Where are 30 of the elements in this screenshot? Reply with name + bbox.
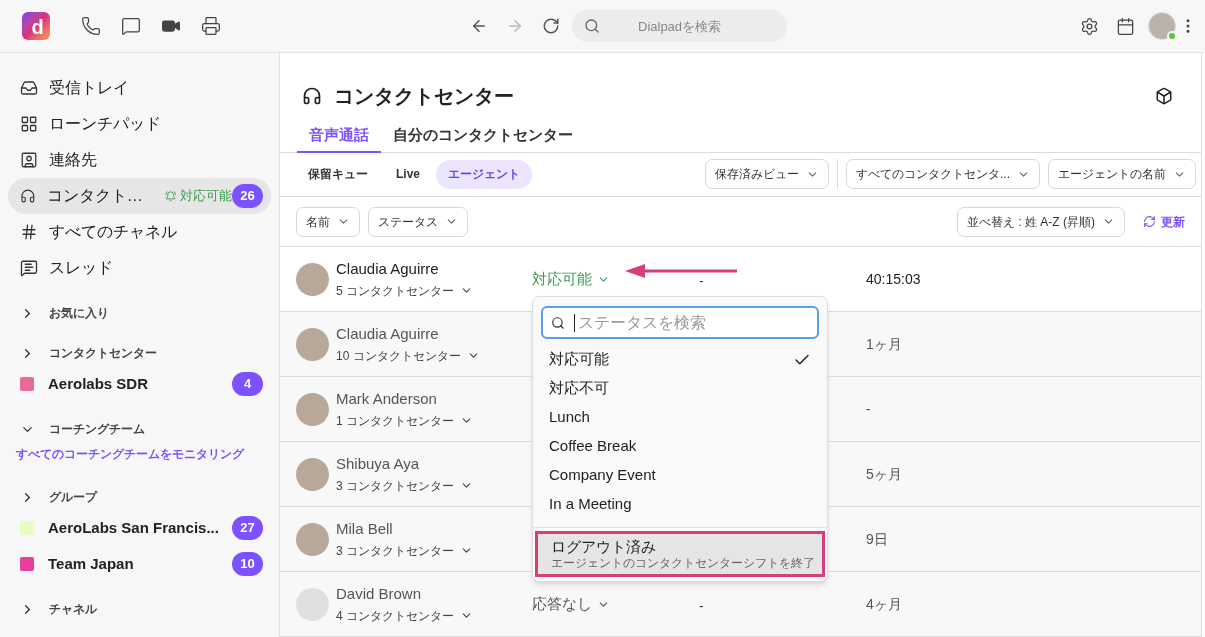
duration-cell-text: - bbox=[866, 399, 871, 419]
duration-cell-text: 9日 bbox=[866, 529, 888, 549]
duration-cell-text: 1ヶ月 bbox=[866, 334, 902, 354]
table-cell-text: - bbox=[699, 272, 704, 291]
count-badge: 4 bbox=[232, 372, 263, 396]
sidebar-label: ローンチパッド bbox=[49, 114, 161, 134]
option-title: ログアウト済み bbox=[551, 537, 657, 556]
agent-name: Claudia Aguirre bbox=[336, 258, 440, 279]
count-badge: 10 bbox=[232, 552, 263, 576]
agent-name: Mark Anderson bbox=[336, 388, 438, 409]
duration-cell-text: 5ヶ月 bbox=[866, 464, 902, 484]
channel-label: Aerolabs SDR bbox=[48, 373, 149, 394]
agent-name: Shibuya Aya bbox=[336, 453, 421, 474]
page-title: コンタクトセンター bbox=[334, 83, 514, 109]
agent-name: Mila Bell bbox=[336, 518, 394, 539]
channel-label: AeroLabs San Francis... bbox=[48, 517, 219, 538]
channel-label: Team Japan bbox=[48, 553, 134, 574]
sidebar-label: コンタクト… bbox=[46, 186, 143, 206]
table-cell-text: - bbox=[699, 597, 704, 616]
status-label: 対応可能 bbox=[180, 187, 232, 206]
sidebar-label: 受信トレイ bbox=[49, 78, 129, 98]
sidebar-label: スレッド bbox=[49, 258, 113, 278]
agent-name: David Brown bbox=[336, 583, 423, 604]
agent-name: Claudia Aguirre bbox=[336, 323, 440, 344]
duration-cell-text: 4ヶ月 bbox=[866, 594, 902, 614]
count-badge: 27 bbox=[232, 516, 263, 540]
count-badge: 26 bbox=[232, 184, 263, 208]
sidebar-label: すべてのチャネル bbox=[49, 222, 177, 242]
sidebar-label: 連絡先 bbox=[49, 150, 97, 170]
duration-cell-text: 40:15:03 bbox=[866, 269, 921, 289]
